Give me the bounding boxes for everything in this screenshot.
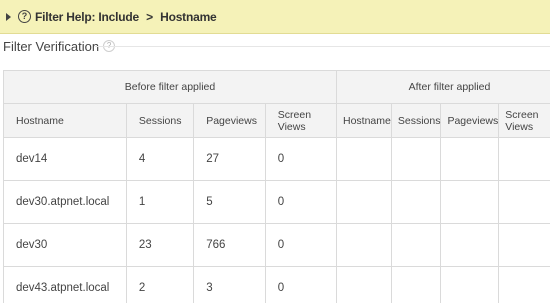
column-header-screen-views-after[interactable]: Screen Views [498, 103, 550, 138]
cell-after-screen-views [498, 180, 550, 224]
cell-after-pageviews [440, 137, 500, 181]
cell-sessions: 23 [125, 223, 195, 267]
cell-after-pageviews [440, 180, 500, 224]
filter-verification-table: Before filter applied After filter appli… [3, 70, 550, 303]
cell-hostname: dev14 [3, 137, 127, 181]
help-question-icon: ? [18, 10, 31, 23]
table-row: dev14 4 27 0 [3, 137, 550, 181]
cell-hostname: dev30.atpnet.local [3, 180, 127, 224]
cell-after-screen-views [498, 137, 550, 181]
cell-sessions: 2 [125, 266, 195, 303]
cell-pageviews: 27 [193, 137, 266, 181]
cell-after-hostname [336, 266, 392, 303]
column-header-pageviews-before[interactable]: Pageviews [193, 103, 266, 138]
filter-help-text: Filter Help: Include > Hostname [35, 10, 217, 24]
cell-screen-views: 0 [264, 223, 338, 267]
cell-hostname: dev43.atpnet.local [3, 266, 127, 303]
cell-after-hostname [336, 180, 392, 224]
cell-pageviews: 5 [193, 180, 266, 224]
table-row: dev30.atpnet.local 1 5 0 [3, 180, 550, 224]
filter-help-bar[interactable]: ? Filter Help: Include > Hostname [0, 0, 550, 34]
table-row: dev43.atpnet.local 2 3 0 [3, 266, 550, 303]
cell-screen-views: 0 [264, 266, 338, 303]
table-row: dev30 23 766 0 [3, 223, 550, 267]
filter-help-label: Filter Help: Include [35, 9, 140, 24]
cell-after-hostname [336, 137, 392, 181]
cell-pageviews: 766 [193, 223, 266, 267]
cell-pageviews: 3 [193, 266, 266, 303]
cell-after-pageviews [440, 223, 500, 267]
cell-hostname: dev30 [3, 223, 127, 267]
cell-screen-views: 0 [264, 180, 338, 224]
section-title-text: Filter Verification [3, 38, 100, 54]
before-filter-group-header: Before filter applied [3, 70, 337, 104]
cell-after-sessions [390, 266, 442, 303]
breadcrumb-separator: > [146, 9, 153, 24]
column-header-hostname-before[interactable]: Hostname [3, 103, 127, 138]
cell-after-screen-views [498, 266, 550, 303]
column-header-sessions-before[interactable]: Sessions [125, 103, 195, 138]
cell-sessions: 4 [125, 137, 195, 181]
cell-after-sessions [390, 223, 442, 267]
after-filter-group-header: After filter applied [336, 70, 550, 104]
cell-after-sessions [390, 137, 442, 181]
cell-after-sessions [390, 180, 442, 224]
section-divider [95, 46, 550, 47]
expand-caret-icon[interactable] [6, 12, 11, 21]
column-header-pageviews-after[interactable]: Pageviews [440, 103, 500, 138]
cell-after-pageviews [440, 266, 500, 303]
filter-help-field: Hostname [160, 9, 217, 24]
cell-after-screen-views [498, 223, 550, 267]
column-header-screen-views-before[interactable]: Screen Views [264, 103, 338, 138]
column-header-sessions-after[interactable]: Sessions [390, 103, 442, 138]
cell-sessions: 1 [125, 180, 195, 224]
column-header-hostname-after[interactable]: Hostname [336, 103, 392, 138]
cell-screen-views: 0 [264, 137, 338, 181]
cell-after-hostname [336, 223, 392, 267]
column-header-row: Hostname Sessions Pageviews Screen Views… [3, 103, 550, 138]
column-group-row: Before filter applied After filter appli… [3, 70, 550, 104]
